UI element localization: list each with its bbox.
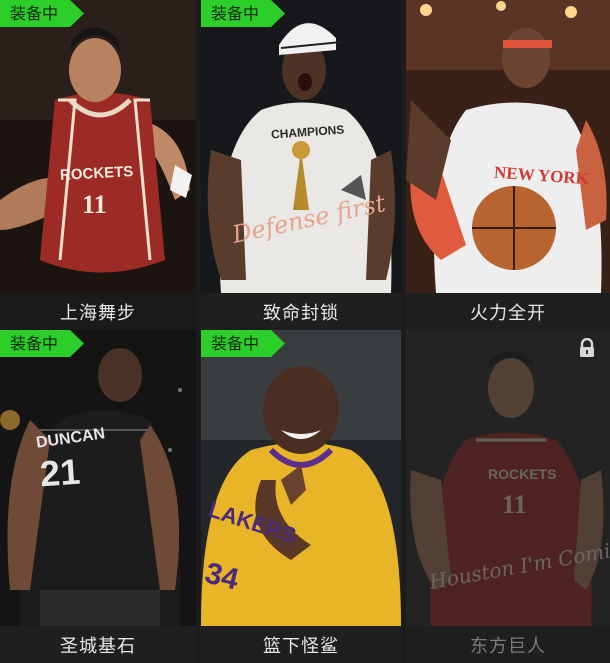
skin-card-art: NEW YORK	[406, 0, 610, 293]
skin-card-art: LAKERS 34	[201, 330, 401, 626]
skin-title: 上海舞步	[0, 293, 196, 330]
equipped-badge: 装备中	[0, 330, 84, 357]
skin-card-art: CHAMPIONS Defense first	[201, 0, 401, 293]
skin-title: 东方巨人	[406, 626, 610, 663]
lock-icon	[580, 338, 594, 357]
skin-card-art: DUNCAN 21	[0, 330, 196, 626]
skin-card-1[interactable]: ROCKETS 11 装备中 上海舞步	[0, 0, 196, 330]
equipped-badge: 装备中	[201, 330, 285, 357]
jersey-number: 11	[82, 190, 107, 219]
skin-title: 圣城基石	[0, 626, 196, 663]
skin-card-2[interactable]: CHAMPIONS Defense first 装备中 致命封锁	[201, 0, 401, 330]
skin-card-6[interactable]: ROCKETS 11 Houston I'm Coming 东方巨人	[406, 330, 610, 663]
skin-title: 火力全开	[406, 293, 610, 330]
skin-card-4[interactable]: DUNCAN 21 装备中 圣城基石	[0, 330, 196, 663]
skin-card-5[interactable]: LAKERS 34 装备中 篮下怪鲨	[201, 330, 401, 663]
skin-title: 篮下怪鲨	[201, 626, 401, 663]
skin-card-art: ROCKETS 11 Houston I'm Coming	[406, 330, 610, 626]
jersey-number: 21	[38, 450, 82, 495]
equipped-badge: 装备中	[201, 0, 285, 27]
skin-card-art: ROCKETS 11	[0, 0, 196, 293]
skin-card-grid: ROCKETS 11 装备中 上海舞步 CHAMPIONS Defense fi…	[0, 0, 610, 663]
jersey-number: 11	[502, 490, 527, 519]
jersey-text: ROCKETS	[488, 466, 557, 482]
skin-card-3[interactable]: NEW YORK 火力全开	[406, 0, 610, 330]
equipped-badge: 装备中	[0, 0, 84, 27]
skin-title: 致命封锁	[201, 293, 401, 330]
